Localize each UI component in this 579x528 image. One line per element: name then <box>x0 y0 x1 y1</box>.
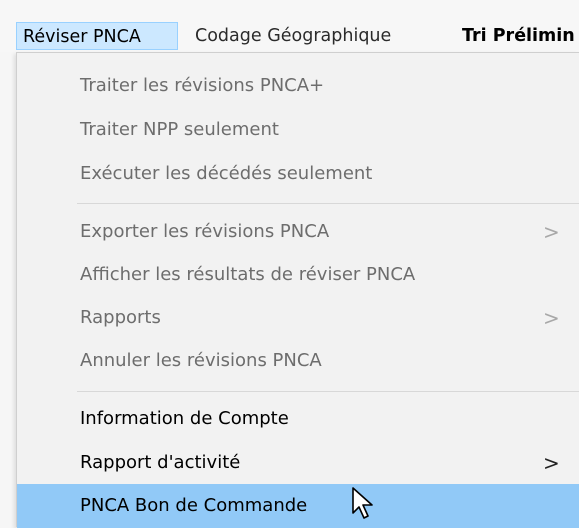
menu-item-label: Traiter NPP seulement <box>80 119 279 140</box>
reviser-pnca-dropdown: Traiter les révisions PNCA+ Traiter NPP … <box>16 52 579 528</box>
menu-item-exporter-revisions[interactable]: Exporter les révisions PNCA > <box>17 210 579 254</box>
menu-item-bon-de-commande[interactable]: PNCA Bon de Commande <box>17 484 579 528</box>
menu-item-label: Exporter les révisions PNCA <box>80 221 330 242</box>
menu-bar: Réviser PNCA Codage Géographique Tri Pré… <box>0 0 579 52</box>
menu-item-rapport-activite[interactable]: Rapport d'activité > <box>17 441 579 485</box>
menu-item-label: Rapports <box>80 307 161 328</box>
menu-item-label: Traiter les révisions PNCA+ <box>80 75 325 96</box>
mouse-pointer-icon <box>352 487 373 519</box>
menu-codage-geographique[interactable]: Codage Géographique <box>195 22 391 50</box>
menu-item-label: Exécuter les décédés seulement <box>80 163 373 184</box>
chevron-right-icon: > <box>543 306 560 330</box>
chevron-right-icon: > <box>543 451 560 475</box>
menu-reviser-pnca[interactable]: Réviser PNCA <box>16 22 178 50</box>
menu-item-rapports[interactable]: Rapports > <box>17 296 579 340</box>
menu-item-executer-decedes[interactable]: Exécuter les décédés seulement <box>17 152 579 196</box>
menu-tri-preliminaire[interactable]: Tri Prélimin <box>462 22 579 50</box>
menu-item-annuler-revisions[interactable]: Annuler les révisions PNCA <box>17 339 579 383</box>
chevron-right-icon: > <box>543 220 560 244</box>
menu-item-label: PNCA Bon de Commande <box>80 495 308 516</box>
menu-item-afficher-resultats[interactable]: Afficher les résultats de réviser PNCA <box>17 253 579 297</box>
menu-item-traiter-revisions[interactable]: Traiter les révisions PNCA+ <box>17 64 579 108</box>
menu-item-traiter-npp[interactable]: Traiter NPP seulement <box>17 108 579 152</box>
menu-separator <box>77 391 579 392</box>
menu-item-label: Annuler les révisions PNCA <box>80 350 322 371</box>
menu-separator <box>77 203 579 204</box>
menu-item-label: Information de Compte <box>80 408 289 429</box>
menu-item-label: Afficher les résultats de réviser PNCA <box>80 264 416 285</box>
menu-item-label: Rapport d'activité <box>80 452 241 473</box>
menu-item-information-compte[interactable]: Information de Compte <box>17 397 579 441</box>
